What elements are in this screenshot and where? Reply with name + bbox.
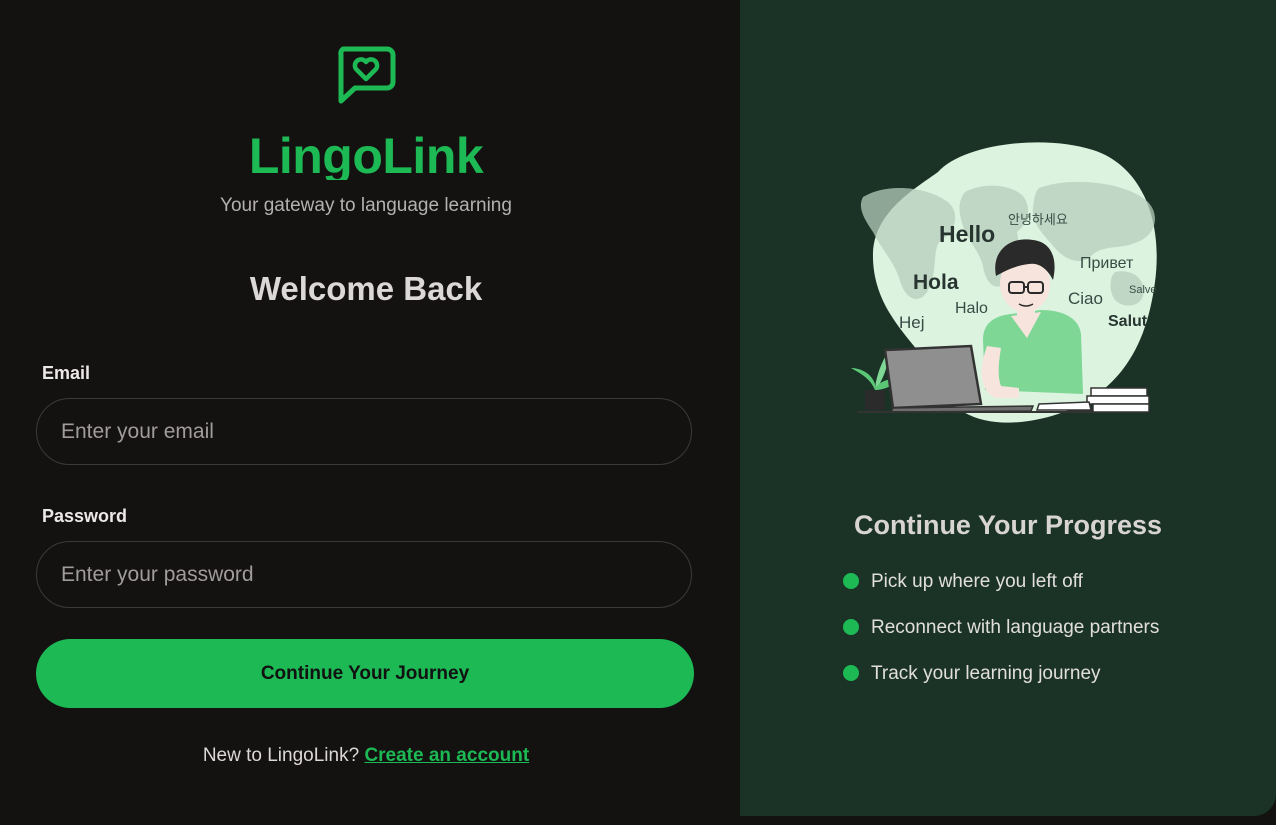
list-item-label: Pick up where you left off: [871, 571, 1083, 592]
login-panel: LingoLink Your gateway to language learn…: [0, 0, 740, 825]
list-item: Pick up where you left off: [843, 568, 1159, 614]
word-hello: Hello: [939, 221, 995, 247]
bullet-dot-icon: [843, 573, 859, 589]
signup-prompt: New to LingoLink? Create an account: [0, 745, 732, 767]
list-item-label: Track your learning journey: [871, 663, 1101, 684]
word-salve: Salve: [1129, 284, 1157, 296]
language-learner-illustration: Hello 안녕하세요 Hola Привет Halo Ciao Salve …: [851, 142, 1157, 423]
promo-panel: Hello 안녕하세요 Hola Привет Halo Ciao Salve …: [740, 0, 1276, 816]
word-salut: Salut: [1108, 313, 1148, 330]
brand-tagline: Your gateway to language learning: [220, 195, 512, 216]
form-heading: Welcome Back: [249, 270, 483, 307]
continue-journey-button[interactable]: Continue Your Journey: [36, 639, 694, 708]
create-account-link[interactable]: Create an account: [364, 745, 529, 766]
email-field[interactable]: [36, 398, 692, 465]
chat-heart-icon: [338, 46, 396, 104]
word-korean: 안녕하세요: [1008, 212, 1068, 227]
password-label: Password: [42, 506, 128, 526]
email-label: Email: [42, 363, 91, 383]
word-privet: Привет: [1080, 255, 1134, 272]
word-halo: Halo: [955, 300, 988, 317]
list-item: Track your learning journey: [843, 660, 1159, 706]
word-ciao: Ciao: [1068, 289, 1103, 308]
password-field[interactable]: [36, 541, 692, 608]
signup-prompt-text: New to LingoLink?: [202, 745, 360, 766]
word-hola: Hola: [913, 271, 959, 294]
list-item-label: Reconnect with language partners: [871, 617, 1160, 638]
word-hej: Hej: [899, 313, 925, 332]
feature-list: Pick up where you left off Reconnect wit…: [843, 568, 1159, 706]
progress-title: Continue Your Progress: [853, 510, 1163, 540]
list-item: Reconnect with language partners: [843, 614, 1159, 660]
bullet-dot-icon: [843, 665, 859, 681]
brand-name: LingoLink: [248, 128, 484, 180]
bullet-dot-icon: [843, 619, 859, 635]
